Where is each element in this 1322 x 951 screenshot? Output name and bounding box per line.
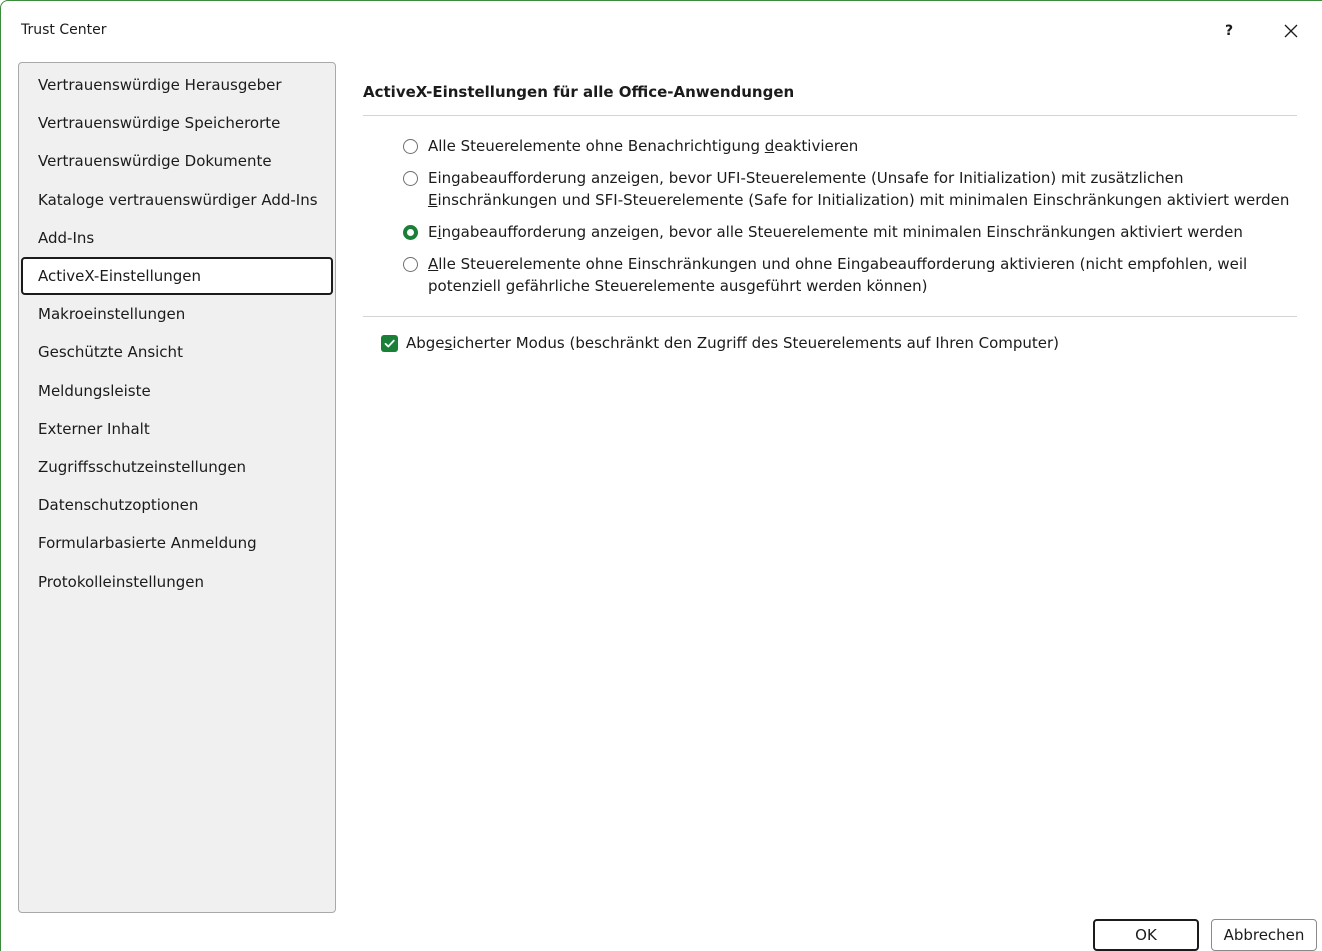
sidebar-item-label: Zugriffsschutzeinstellungen xyxy=(38,457,247,476)
sidebar-item-label: Kataloge vertrauenswürdiger Add-Ins xyxy=(38,190,318,209)
options-divider xyxy=(363,316,1297,317)
close-icon xyxy=(1284,24,1298,38)
sidebar-item-external-content[interactable]: Externer Inhalt xyxy=(21,410,333,448)
safe-mode-checkbox[interactable] xyxy=(381,334,398,352)
option-label: Eingabeaufforderung anzeigen, bevor alle… xyxy=(428,223,1243,241)
sidebar-item-label: Externer Inhalt xyxy=(38,419,150,438)
radio-prompt-all-minimal[interactable] xyxy=(403,224,418,240)
checkmark-icon xyxy=(384,339,395,347)
sidebar-item-form-based-signin[interactable]: Formularbasierte Anmeldung xyxy=(21,524,333,562)
option-label: Alle Steuerelemente ohne Benachrichtigun… xyxy=(428,137,859,155)
title-bar: Trust Center ? xyxy=(1,1,1322,57)
category-sidebar: Vertrauenswürdige Herausgeber Vertrauens… xyxy=(18,62,336,913)
sidebar-item-label: Makroeinstellungen xyxy=(38,305,186,324)
cancel-button[interactable]: Abbrechen xyxy=(1211,919,1317,951)
sidebar-item-label: Vertrauenswürdige Dokumente xyxy=(38,152,272,171)
radio-disable-all[interactable] xyxy=(403,138,418,154)
trust-center-dialog: Trust Center ? Vertrauenswürdige Herausg… xyxy=(0,0,1322,951)
sidebar-item-file-block-settings[interactable]: Zugriffsschutzeinstellungen xyxy=(21,448,333,486)
sidebar-item-label: ActiveX-Einstellungen xyxy=(38,267,202,286)
sidebar-item-privacy-options[interactable]: Datenschutzoptionen xyxy=(21,486,333,524)
close-button[interactable] xyxy=(1273,15,1309,47)
option-prompt-ufi-sfi[interactable]: Eingabeaufforderung anzeigen, bevor UFI-… xyxy=(403,167,1303,211)
sidebar-item-trusted-documents[interactable]: Vertrauenswürdige Dokumente xyxy=(21,142,333,180)
sidebar-item-label: Vertrauenswürdige Herausgeber xyxy=(38,76,282,95)
sidebar-item-label: Formularbasierte Anmeldung xyxy=(38,534,257,553)
safe-mode-label: Abgesicherter Modus (beschränkt den Zugr… xyxy=(406,334,1060,352)
option-prompt-all-minimal[interactable]: Eingabeaufforderung anzeigen, bevor alle… xyxy=(403,221,1303,243)
safe-mode-option[interactable]: Abgesicherter Modus (beschränkt den Zugr… xyxy=(381,334,1059,352)
ok-button[interactable]: OK xyxy=(1093,919,1199,951)
sidebar-item-label: Meldungsleiste xyxy=(38,381,151,400)
sidebar-item-trusted-addin-catalogs[interactable]: Kataloge vertrauenswürdiger Add-Ins xyxy=(21,181,333,219)
sidebar-item-label: Vertrauenswürdige Speicherorte xyxy=(38,114,281,133)
sidebar-item-activex-settings[interactable]: ActiveX-Einstellungen xyxy=(21,256,333,296)
sidebar-item-message-bar[interactable]: Meldungsleiste xyxy=(21,372,333,410)
option-disable-all[interactable]: Alle Steuerelemente ohne Benachrichtigun… xyxy=(403,135,1303,157)
sidebar-item-trusted-publishers[interactable]: Vertrauenswürdige Herausgeber xyxy=(21,66,333,104)
sidebar-item-logging-settings[interactable]: Protokolleinstellungen xyxy=(21,562,333,600)
sidebar-item-addins[interactable]: Add-Ins xyxy=(21,219,333,257)
sidebar-item-label: Add-Ins xyxy=(38,228,95,247)
section-divider xyxy=(363,115,1297,116)
radio-prompt-ufi-sfi[interactable] xyxy=(403,170,418,186)
sidebar-item-label: Protokolleinstellungen xyxy=(38,572,204,591)
option-enable-all[interactable]: Alle Steuerelemente ohne Einschränkungen… xyxy=(403,253,1303,297)
sidebar-item-protected-view[interactable]: Geschützte Ansicht xyxy=(21,333,333,371)
section-title: ActiveX-Einstellungen für alle Office-An… xyxy=(363,83,795,101)
sidebar-item-label: Geschützte Ansicht xyxy=(38,343,183,362)
help-button[interactable]: ? xyxy=(1211,15,1247,47)
sidebar-item-trusted-locations[interactable]: Vertrauenswürdige Speicherorte xyxy=(21,104,333,142)
help-icon: ? xyxy=(1224,23,1234,39)
dialog-title: Trust Center xyxy=(21,22,107,38)
sidebar-item-label: Datenschutzoptionen xyxy=(38,496,199,515)
option-label: Alle Steuerelemente ohne Einschränkungen… xyxy=(428,255,1248,295)
option-label: Eingabeaufforderung anzeigen, bevor UFI-… xyxy=(428,169,1290,209)
sidebar-item-macro-settings[interactable]: Makroeinstellungen xyxy=(21,295,333,333)
radio-enable-all[interactable] xyxy=(403,256,418,272)
